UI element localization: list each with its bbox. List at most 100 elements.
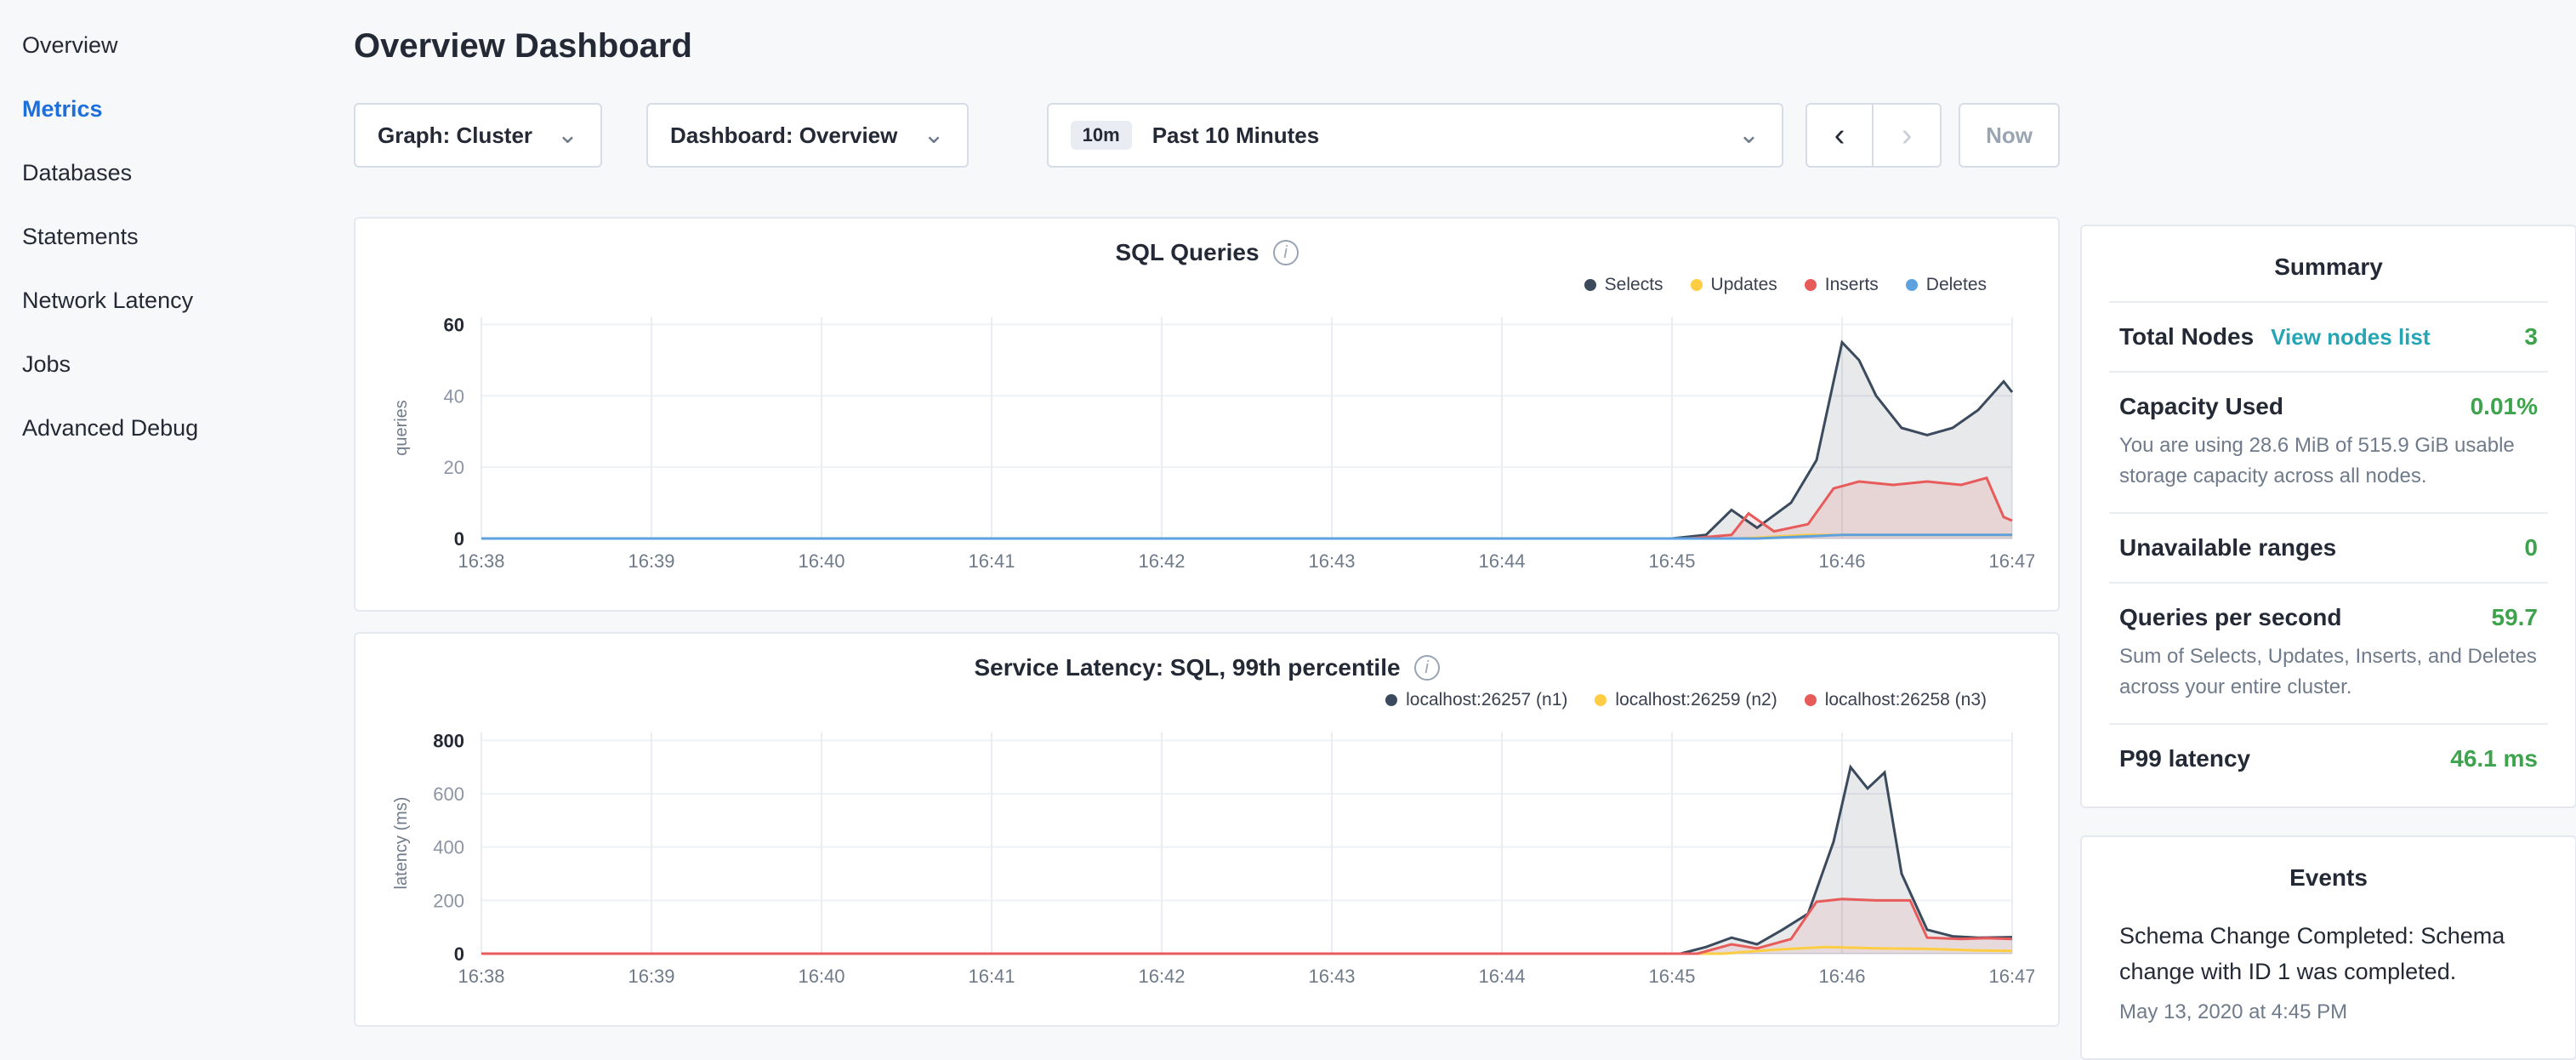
legend-item-deletes[interactable]: Deletes bbox=[1906, 275, 1987, 295]
svg-text:16:42: 16:42 bbox=[1138, 966, 1185, 987]
page: OverviewMetricsDatabasesStatementsNetwor… bbox=[0, 0, 2576, 1051]
legend-dot bbox=[1805, 279, 1817, 291]
main-content: Overview Dashboard Graph: Cluster ⌄ Dash… bbox=[354, 0, 2060, 1027]
legend-dot bbox=[1805, 694, 1817, 706]
legend-item-inserts[interactable]: Inserts bbox=[1805, 275, 1879, 295]
svg-text:40: 40 bbox=[444, 385, 464, 407]
svg-text:600: 600 bbox=[433, 784, 464, 805]
legend-dot bbox=[1906, 279, 1918, 291]
chevron-down-icon: ⌄ bbox=[557, 123, 578, 148]
time-range-label: Past 10 Minutes bbox=[1152, 123, 1320, 149]
time-range-dropdown[interactable]: 10m Past 10 Minutes ⌄ bbox=[1047, 103, 1783, 168]
right-column: Summary Total Nodes View nodes list 3 Capac… bbox=[2080, 225, 2576, 1060]
event-item[interactable]: Schema Change Completed: Schema change w… bbox=[2109, 912, 2548, 1045]
sidebar-item-metrics[interactable]: Metrics bbox=[0, 77, 328, 141]
svg-text:16:46: 16:46 bbox=[1818, 966, 1865, 987]
legend-dot bbox=[1584, 279, 1596, 291]
view-nodes-list-link[interactable]: View nodes list bbox=[2271, 324, 2430, 350]
svg-text:16:46: 16:46 bbox=[1818, 550, 1865, 572]
info-icon[interactable]: i bbox=[1273, 240, 1299, 265]
summary-value: 0.01% bbox=[2471, 393, 2538, 420]
svg-text:16:38: 16:38 bbox=[458, 966, 504, 987]
toolbar: Graph: Cluster ⌄ Dashboard: Overview ⌄ 1… bbox=[354, 103, 2060, 168]
summary-description: Sum of Selects, Updates, Inserts, and De… bbox=[2119, 641, 2538, 703]
time-step-group: ‹ › bbox=[1805, 103, 1942, 168]
svg-text:16:44: 16:44 bbox=[1478, 550, 1525, 572]
legend-item-updates[interactable]: Updates bbox=[1691, 275, 1777, 295]
svg-text:16:45: 16:45 bbox=[1648, 550, 1695, 572]
dashboard-dropdown-label: Dashboard: Overview bbox=[670, 123, 897, 149]
chevron-right-icon: › bbox=[1902, 117, 1913, 154]
sidebar-item-network-latency[interactable]: Network Latency bbox=[0, 269, 328, 333]
sql-queries-chart[interactable]: 16:3816:3916:4016:4116:4216:4316:4416:45… bbox=[383, 300, 2031, 596]
summary-description: You are using 28.6 MiB of 515.9 GiB usab… bbox=[2119, 430, 2538, 492]
summary-label: Total Nodes bbox=[2119, 323, 2254, 350]
svg-text:16:40: 16:40 bbox=[798, 550, 844, 572]
legend-dot bbox=[1385, 694, 1397, 706]
svg-text:16:43: 16:43 bbox=[1308, 550, 1355, 572]
summary-panel: Summary Total Nodes View nodes list 3 Capac… bbox=[2080, 225, 2576, 808]
chart-canvas: 16:38 16:39 16:40 16:41 16:42 16:43 16:44 16:45… bbox=[383, 715, 2034, 1005]
graph-dropdown-label: Graph: Cluster bbox=[378, 123, 532, 149]
time-range-badge: 10m bbox=[1071, 121, 1132, 150]
svg-text:queries: queries bbox=[392, 400, 411, 456]
chart-title: SQL Queries bbox=[1115, 239, 1259, 266]
summary-label: P99 latency bbox=[2119, 745, 2250, 772]
sidebar-item-statements[interactable]: Statements bbox=[0, 205, 328, 269]
svg-text:16:45: 16:45 bbox=[1648, 966, 1695, 987]
svg-text:16:40: 16:40 bbox=[798, 966, 844, 987]
sidebar: OverviewMetricsDatabasesStatementsNetwor… bbox=[0, 0, 328, 460]
svg-text:latency (ms): latency (ms) bbox=[392, 797, 411, 890]
legend-dot bbox=[1691, 279, 1703, 291]
sidebar-item-overview[interactable]: Overview bbox=[0, 14, 328, 77]
svg-text:16:44: 16:44 bbox=[1478, 966, 1525, 987]
summary-value: 46.1 ms bbox=[2450, 745, 2538, 772]
summary-label: Unavailable ranges bbox=[2119, 534, 2336, 561]
svg-text:60: 60 bbox=[444, 314, 464, 335]
sidebar-item-advanced-debug[interactable]: Advanced Debug bbox=[0, 396, 328, 460]
summary-value: 0 bbox=[2524, 534, 2538, 561]
svg-text:800: 800 bbox=[433, 730, 464, 751]
time-step-forward-button[interactable]: › bbox=[1874, 103, 1942, 168]
chart-title: Service Latency: SQL, 99th percentile bbox=[974, 654, 1400, 681]
legend-dot bbox=[1595, 694, 1606, 706]
svg-text:16:42: 16:42 bbox=[1138, 550, 1185, 572]
legend-item-localhost-26258-n3[interactable]: localhost:26258 (n3) bbox=[1805, 690, 1987, 710]
chart-legend: localhost:26257 (n1) localhost:26259 (n2)… bbox=[383, 688, 2031, 712]
svg-text:16:43: 16:43 bbox=[1308, 966, 1355, 987]
dashboard-dropdown[interactable]: Dashboard: Overview ⌄ bbox=[646, 103, 969, 168]
event-text: Schema Change Completed: Schema change w… bbox=[2119, 919, 2538, 990]
chevron-left-icon: ‹ bbox=[1834, 117, 1845, 154]
svg-text:0: 0 bbox=[454, 943, 464, 965]
chart-legend: Selects Updates Inserts Deletes bbox=[383, 273, 2031, 297]
legend-item-selects[interactable]: Selects bbox=[1584, 275, 1663, 295]
svg-text:16:39: 16:39 bbox=[628, 966, 674, 987]
summary-title: Summary bbox=[2109, 254, 2548, 301]
sidebar-item-jobs[interactable]: Jobs bbox=[0, 333, 328, 396]
svg-text:16:41: 16:41 bbox=[968, 966, 1015, 987]
event-timestamp: May 13, 2020 at 4:45 PM bbox=[2119, 1000, 2538, 1024]
svg-text:20: 20 bbox=[444, 457, 464, 478]
summary-label: Queries per second bbox=[2119, 604, 2341, 631]
svg-text:200: 200 bbox=[433, 890, 464, 911]
now-button[interactable]: Now bbox=[1959, 103, 2060, 168]
legend-item-localhost-26257-n1[interactable]: localhost:26257 (n1) bbox=[1385, 690, 1567, 710]
sidebar-item-databases[interactable]: Databases bbox=[0, 141, 328, 205]
summary-row-capacity-used: Capacity Used0.01%You are using 28.6 MiB… bbox=[2109, 371, 2548, 512]
chevron-down-icon: ⌄ bbox=[1738, 123, 1760, 148]
summary-row-queries-per-second: Queries per second 59.7 Sum of Selects, Up… bbox=[2109, 582, 2548, 723]
summary-row-total-nodes: Total Nodes View nodes list 3 bbox=[2109, 301, 2548, 371]
service-latency-chart[interactable]: 16:38 16:39 16:40 16:41 16:42 16:43 16:44 16:45… bbox=[383, 715, 2031, 1012]
time-step-back-button[interactable]: ‹ bbox=[1805, 103, 1874, 168]
events-panel: Events Schema Change Completed: Schema c… bbox=[2080, 835, 2576, 1060]
chevron-down-icon: ⌄ bbox=[924, 123, 945, 148]
svg-text:16:47: 16:47 bbox=[1988, 550, 2034, 572]
summary-value: 59.7 bbox=[2492, 604, 2539, 631]
summary-value: 3 bbox=[2524, 323, 2538, 350]
info-icon[interactable]: i bbox=[1414, 655, 1440, 681]
legend-item-localhost-26259-n2[interactable]: localhost:26259 (n2) bbox=[1595, 690, 1777, 710]
svg-text:400: 400 bbox=[433, 837, 464, 858]
chart-canvas: 16:3816:3916:4016:4116:4216:4316:4416:45… bbox=[383, 300, 2034, 590]
graph-dropdown[interactable]: Graph: Cluster ⌄ bbox=[354, 103, 602, 168]
svg-text:16:47: 16:47 bbox=[1988, 966, 2034, 987]
